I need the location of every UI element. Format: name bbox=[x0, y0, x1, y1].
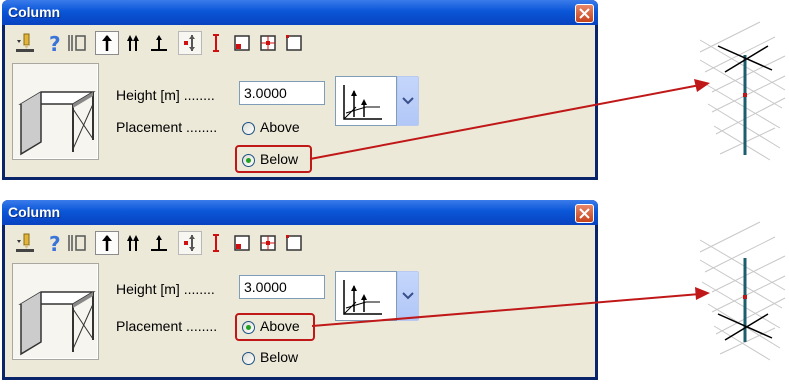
preview-above-grid bbox=[699, 221, 786, 361]
callout-arrow-above bbox=[311, 287, 710, 327]
annotation-overlay bbox=[309, 21, 786, 361]
column-midpoint-marker bbox=[743, 295, 747, 299]
preview-below-grid bbox=[699, 21, 786, 161]
column-above-graphic bbox=[717, 258, 773, 342]
callout-arrow-below bbox=[309, 79, 710, 160]
column-midpoint-marker bbox=[743, 93, 747, 97]
